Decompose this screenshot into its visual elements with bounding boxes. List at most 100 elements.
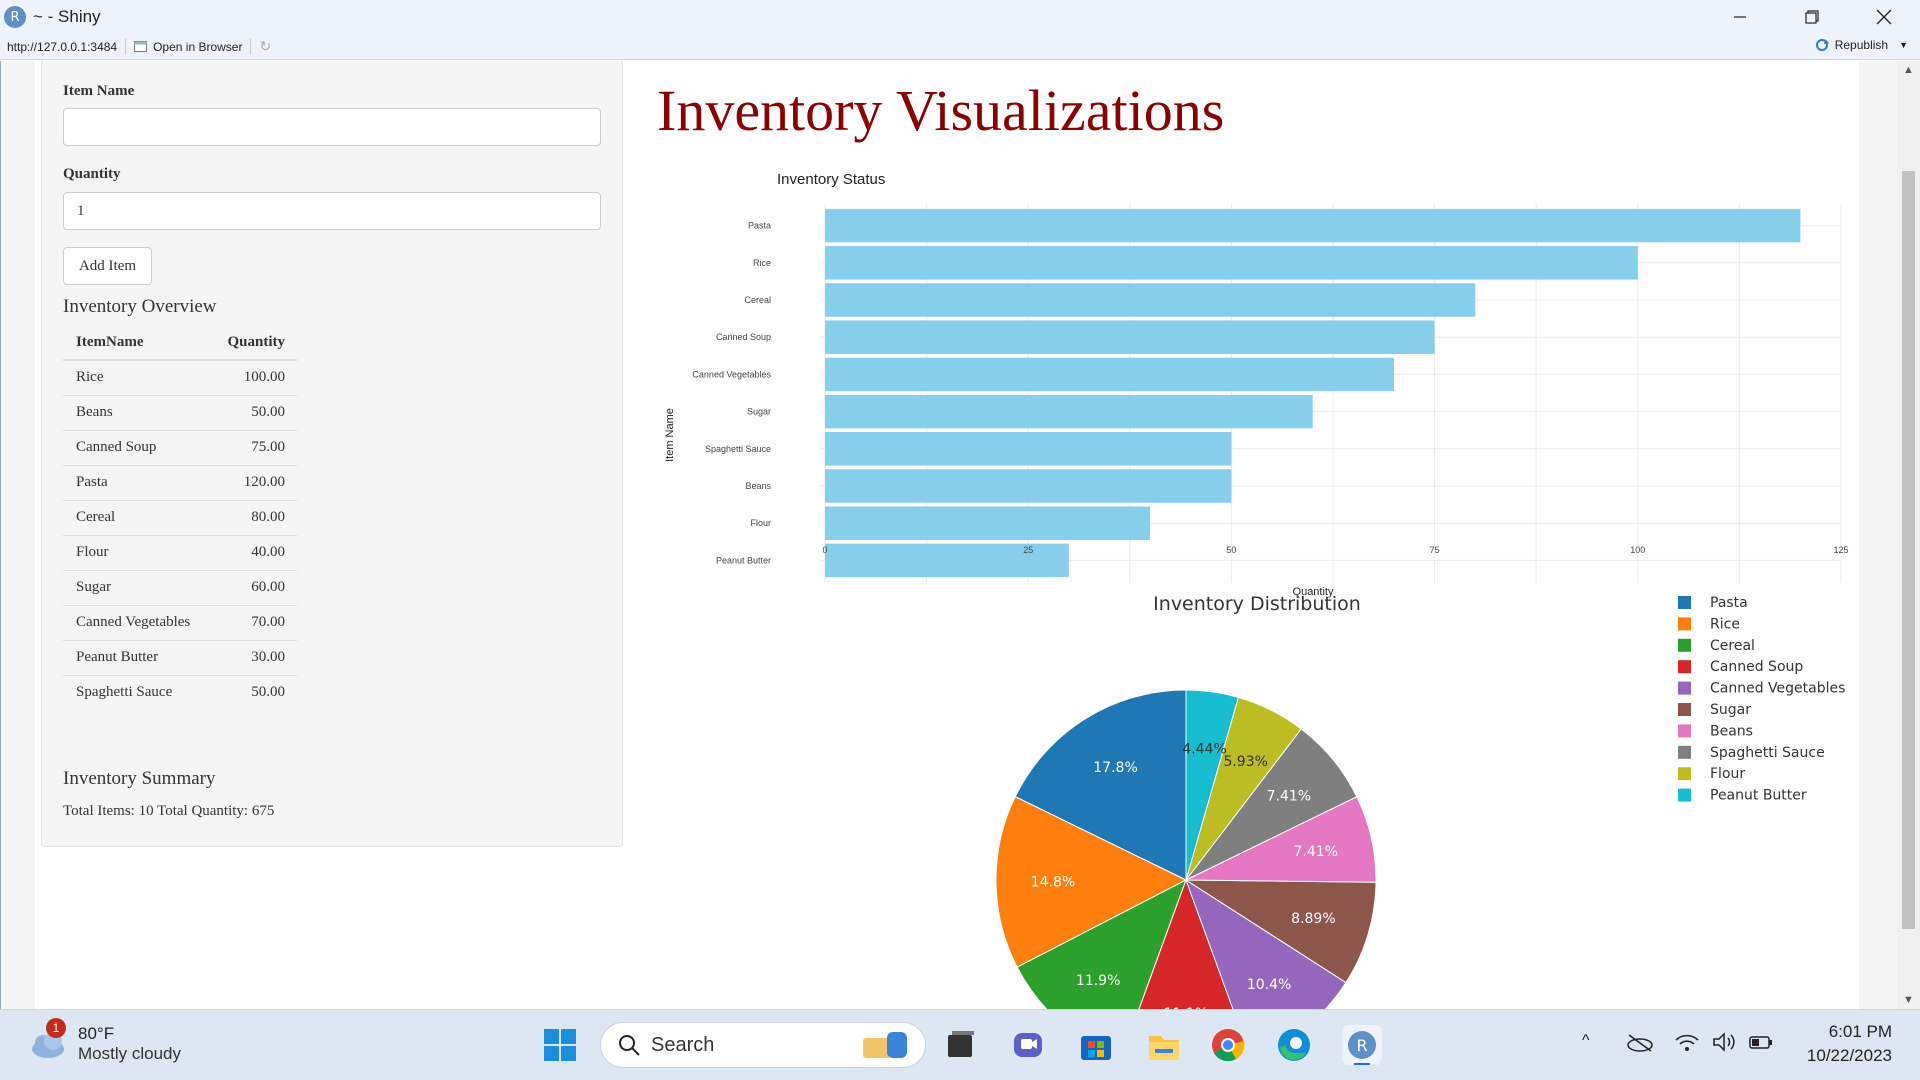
- edge-icon[interactable]: [1276, 1027, 1312, 1063]
- battery-icon[interactable]: [1748, 1032, 1774, 1057]
- bar-chart-y-axis-label: Item Name: [664, 408, 676, 462]
- x-tick-label: 0: [822, 545, 827, 555]
- quantity-cell: 50.00: [204, 395, 297, 431]
- quantity-cell: 100.00: [204, 360, 297, 396]
- weather-condition: Mostly cloudy: [78, 1044, 181, 1063]
- quantity-label: Quantity: [63, 166, 121, 182]
- x-tick-label: 125: [1833, 545, 1848, 555]
- legend-label: Spaghetti Sauce: [1710, 745, 1825, 761]
- table-row: Sugar 60.00: [63, 570, 297, 606]
- bar: [825, 208, 1801, 243]
- legend-swatch: [1678, 767, 1691, 781]
- legend-swatch: [1678, 745, 1691, 759]
- quantity-cell: 30.00: [204, 640, 297, 676]
- item-name-cell: Beans: [63, 395, 205, 431]
- refresh-icon[interactable]: ↻: [259, 38, 271, 55]
- legend-label: Beans: [1710, 723, 1753, 739]
- restore-icon: [1805, 10, 1819, 24]
- taskbar-clock[interactable]: 6:01 PM 10/22/2023: [1807, 1020, 1892, 1068]
- x-tick-label: 25: [1023, 545, 1033, 555]
- category-label: Spaghetti Sauce: [705, 444, 771, 454]
- vertical-scrollbar[interactable]: ▲ ▼: [1897, 61, 1920, 1009]
- toolbar-divider: [250, 38, 252, 55]
- volume-icon[interactable]: [1712, 1032, 1738, 1057]
- minimize-icon: [1734, 16, 1746, 18]
- quantity-cell: 80.00: [204, 500, 297, 536]
- bar: [825, 283, 1476, 317]
- open-in-browser-button[interactable]: Open in Browser: [134, 40, 242, 54]
- chevron-up-icon[interactable]: ^: [1582, 1032, 1590, 1050]
- legend-swatch: [1678, 724, 1691, 738]
- minimize-button[interactable]: [1704, 0, 1776, 34]
- bar: [825, 506, 1151, 540]
- item-name-cell: Spaghetti Sauce: [76, 684, 173, 701]
- scroll-down-icon[interactable]: ▼: [1897, 991, 1920, 1009]
- pie-percent-label: 14.8%: [1031, 875, 1075, 891]
- search-label: Search: [651, 1033, 715, 1056]
- x-tick-label: 100: [1630, 545, 1645, 555]
- pie-percent-label: 11.9%: [1076, 973, 1120, 989]
- windows-taskbar: 80°F Mostly cloudy 1 Search R ^ 6:01 PM …: [0, 1009, 1920, 1080]
- inventory-status-bar-chart: Inventory Status Pasta Rice Cereal Canned S…: [664, 171, 1849, 598]
- left-page-margin: [1, 61, 35, 1009]
- item-name-cell: Cereal: [63, 500, 205, 536]
- quantity-cell: 60.00: [204, 570, 297, 606]
- pie-percent-label: 8.89%: [1291, 911, 1335, 927]
- microsoft-store-icon[interactable]: [1078, 1027, 1114, 1063]
- legend-swatch: [1678, 660, 1691, 674]
- quantity-input[interactable]: 1: [63, 192, 601, 230]
- quantity-cell: 50.00: [251, 684, 285, 701]
- table-row: Beans 50.00: [63, 395, 297, 431]
- table-row: Pasta 120.00: [63, 465, 297, 501]
- url-text: http://127.0.0.1:3484: [7, 39, 118, 54]
- legend-label: Rice: [1710, 616, 1740, 632]
- category-label: Rice: [753, 258, 771, 268]
- wifi-icon[interactable]: [1674, 1032, 1700, 1057]
- window-title-bar: R ~ - Shiny: [0, 0, 1920, 34]
- pie-percent-label: 10.4%: [1247, 977, 1291, 993]
- item-name-input[interactable]: [63, 108, 601, 146]
- windows-start-icon[interactable]: [542, 1027, 578, 1063]
- legend-label: Canned Soup: [1710, 659, 1803, 675]
- open-in-browser-label: Open in Browser: [153, 39, 243, 54]
- legend-swatch: [1678, 617, 1691, 631]
- republish-button[interactable]: Republish ▼: [1814, 38, 1908, 52]
- pie-percent-label: 4.44%: [1182, 741, 1226, 757]
- bar-chart-title: Inventory Status: [777, 171, 885, 188]
- scroll-up-icon[interactable]: ▲: [1897, 61, 1920, 79]
- scrollbar-thumb[interactable]: [1902, 171, 1915, 929]
- legend-label: Pasta: [1710, 595, 1748, 611]
- pie-chart-title: Inventory Distribution: [1153, 593, 1361, 615]
- bar: [825, 394, 1313, 429]
- table-row: Flour 40.00: [63, 535, 297, 571]
- file-explorer-icon[interactable]: [1146, 1027, 1182, 1063]
- legend-label: Flour: [1710, 766, 1745, 782]
- item-name-cell: Canned Vegetables: [63, 605, 205, 641]
- chevron-down-icon[interactable]: ▼: [1899, 40, 1908, 50]
- category-label: Cereal: [744, 295, 771, 305]
- add-item-button[interactable]: Add Item: [63, 247, 152, 285]
- bar-chart-bars: [825, 208, 1801, 578]
- window-controls: [1704, 0, 1920, 34]
- r-app-taskbar-icon[interactable]: R: [1342, 1025, 1382, 1065]
- taskbar-search-box[interactable]: Search: [600, 1022, 926, 1068]
- task-view-icon[interactable]: [942, 1027, 978, 1063]
- teams-chat-icon[interactable]: [1010, 1027, 1046, 1063]
- toolbar-divider: [125, 38, 127, 55]
- pie-chart-legend: Pasta Rice Cereal Canned Soup Canned Vegetab…: [1678, 595, 1845, 804]
- bar: [825, 469, 1232, 503]
- search-icon: [619, 1035, 640, 1056]
- legend-swatch: [1678, 703, 1691, 716]
- onedrive-icon[interactable]: [1626, 1032, 1654, 1057]
- chrome-icon[interactable]: [1210, 1027, 1246, 1063]
- quantity-cell: 70.00: [204, 605, 297, 641]
- restore-button[interactable]: [1776, 0, 1848, 34]
- bar: [825, 357, 1394, 392]
- quantity-cell: 40.00: [204, 535, 297, 571]
- category-label: Pasta: [748, 221, 771, 231]
- r-app-icon: R: [4, 6, 26, 28]
- legend-label: Sugar: [1710, 702, 1751, 718]
- table-row: Spaghetti Sauce 50.00: [63, 675, 297, 710]
- legend-swatch: [1678, 596, 1691, 609]
- close-button[interactable]: [1848, 0, 1920, 34]
